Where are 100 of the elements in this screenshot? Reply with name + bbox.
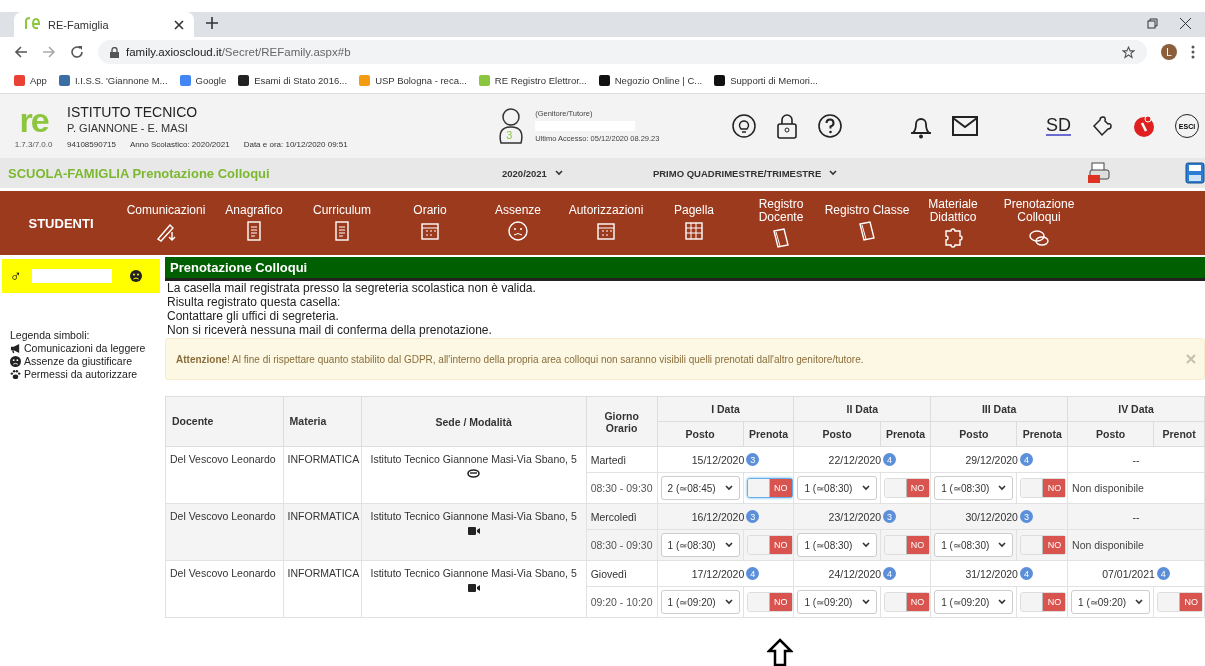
table-cell: Del Vescovo Leonardo	[165, 446, 284, 504]
slot-select[interactable]: 1 (≃09:20)	[1071, 590, 1151, 614]
tab-title: RE-Famiglia	[48, 18, 110, 31]
chevron-down-icon	[861, 485, 870, 491]
column-header: Giorno Orario	[586, 396, 658, 447]
page-title: SCUOLA-FAMIGLIA Prenotazione Colloqui	[8, 165, 271, 181]
toggle-switch[interactable]: NO	[746, 592, 793, 612]
column-header: Posto	[657, 421, 744, 447]
toggle-switch[interactable]: NO	[883, 535, 930, 555]
bookmark[interactable]: Supporti di Memori...	[714, 74, 818, 86]
student-card[interactable]: ♂	[2, 259, 160, 293]
date-text: 30/12/2020	[965, 510, 1018, 523]
close-icon[interactable]	[1180, 18, 1191, 29]
table-cell: Non disponibile	[1067, 472, 1205, 504]
pdf-print-icon[interactable]	[1087, 162, 1111, 184]
section-label: STUDENTI	[27, 215, 95, 231]
slot-select[interactable]: 1 (≃09:20)	[934, 590, 1014, 614]
column-header: III Data	[930, 396, 1068, 422]
table-cell-text: Istituto Tecnico Giannone Masi-Via Sbano, 5	[369, 567, 578, 579]
legend-item: Permessi da autorizzare	[24, 368, 138, 380]
menu-item[interactable]: Prenotazione Colloqui	[996, 193, 1082, 253]
toggle-switch[interactable]: NO	[883, 592, 930, 612]
puzzle-icon[interactable]	[1091, 115, 1113, 137]
date-text: 17/12/2020	[691, 567, 745, 580]
menu-item[interactable]: Comunicazioni	[122, 200, 210, 246]
star-icon[interactable]	[1122, 45, 1135, 59]
sd-logo[interactable]: SD	[1046, 116, 1071, 136]
menu-item[interactable]: Registro Docente	[738, 193, 824, 253]
slot-select[interactable]: 1 (≃08:30)	[934, 476, 1014, 500]
toggle-switch[interactable]: NO	[1157, 592, 1204, 612]
slot-select[interactable]: 1 (≃08:30)	[660, 533, 740, 557]
mail-icon[interactable]	[952, 116, 978, 136]
year-select[interactable]: 2020/2021	[502, 167, 563, 179]
address-bar[interactable]: family.axioscloud.it/Secret/REFamily.aspx#b	[98, 40, 1147, 64]
table-cell: Mercoledì	[586, 503, 658, 530]
menu-item[interactable]: Materiale Didattico	[910, 193, 996, 253]
table-cell: 08:30 - 09:30	[586, 529, 658, 561]
chevron-down-icon	[998, 485, 1007, 491]
bookmark[interactable]: USP Bologna - reca...	[359, 74, 467, 86]
frown-icon	[10, 355, 21, 367]
table-cell: INFORMATICA	[283, 560, 362, 618]
menu-item[interactable]: Orario	[386, 200, 474, 246]
bookmark[interactable]: Esami di Stato 2016...	[238, 74, 348, 86]
bookmark[interactable]: Negozio Online | C...	[598, 74, 703, 86]
lock-icon	[110, 46, 119, 58]
bookmark[interactable]: App	[14, 74, 47, 86]
lock-icon[interactable]	[776, 113, 798, 139]
count-badge: 4	[1156, 567, 1170, 580]
period-select[interactable]: PRIMO QUADRIMESTRE/TRIMESTRE	[652, 167, 838, 179]
frown-icon	[130, 270, 142, 282]
slot-select[interactable]: 1 (≃08:30)	[797, 476, 877, 500]
school-name: ISTITUTO TECNICO	[67, 103, 199, 120]
menu-item[interactable]: Assenze	[474, 200, 562, 246]
slot-select[interactable]: 2 (≃08:45)	[660, 476, 740, 500]
reload-icon[interactable]	[70, 45, 84, 59]
new-tab-icon[interactable]	[206, 17, 218, 29]
school-year: Anno Scolastico: 2020/2021	[130, 139, 230, 149]
restore-icon[interactable]	[1147, 18, 1158, 29]
slot-select[interactable]: 1 (≃08:30)	[797, 533, 877, 557]
back-icon[interactable]	[14, 45, 28, 59]
menu-item[interactable]: Anagrafico	[210, 200, 298, 246]
info-icon[interactable]	[1133, 114, 1155, 138]
table-cell: Non disponibile	[1067, 529, 1205, 561]
date-text: 24/12/2020	[828, 567, 882, 580]
slot-select[interactable]: 1 (≃09:20)	[797, 590, 877, 614]
chevron-down-icon	[998, 542, 1007, 548]
toggle-switch[interactable]: NO	[1020, 478, 1067, 498]
slot-select[interactable]: 1 (≃09:20)	[660, 590, 740, 614]
toggle-switch[interactable]: NO	[746, 478, 793, 498]
menu-icon[interactable]	[1191, 45, 1195, 59]
calendar-icon	[595, 220, 617, 242]
date-text: 07/01/2021	[1102, 567, 1155, 580]
lightbulb-icon[interactable]	[732, 114, 756, 138]
close-icon[interactable]	[174, 19, 184, 30]
menu-item[interactable]: Pagella	[650, 200, 738, 246]
browser-tab[interactable]: RE-Famiglia	[14, 12, 194, 37]
slot-select[interactable]: 1 (≃08:30)	[934, 533, 1014, 557]
bookmark[interactable]: Google	[179, 74, 227, 86]
table-cell: Del Vescovo Leonardo	[165, 560, 284, 618]
menu-item[interactable]: Autorizzazioni	[562, 200, 650, 246]
table-cell: Martedì	[586, 446, 658, 473]
toggle-switch[interactable]: NO	[746, 535, 793, 555]
message-text: Contattare gli uffici di segreteria.	[167, 309, 340, 323]
toggle-switch[interactable]: NO	[1020, 592, 1067, 612]
legend-item: Comunicazioni da leggere	[24, 342, 146, 354]
gender-symbol: ♂	[10, 267, 22, 285]
count-badge: 4	[1019, 453, 1033, 466]
toggle-switch[interactable]: NO	[883, 478, 930, 498]
megaphone-icon	[10, 342, 21, 354]
bookmark[interactable]: RE Registro Elettror...	[478, 74, 587, 86]
save-icon[interactable]	[1185, 162, 1205, 184]
menu-item[interactable]: Registro Classe	[824, 200, 910, 246]
profile-avatar[interactable]: L	[1161, 44, 1177, 60]
toggle-switch[interactable]: NO	[1020, 535, 1067, 555]
bookmark[interactable]: I.I.S.S. 'Giannone M...	[58, 74, 168, 86]
menu-item[interactable]: Curriculum	[298, 200, 386, 246]
help-icon[interactable]	[818, 114, 842, 138]
count-badge: 4	[883, 567, 897, 580]
alert-text: Attenzione! Al fine di rispettare quanto stabilito dal GDPR, all'interno della propria area colloqui non saranno visibili quelli prenotati dall'altro genitore/tutore.	[176, 353, 865, 365]
panel-title: Prenotazione Colloqui	[165, 257, 1205, 281]
